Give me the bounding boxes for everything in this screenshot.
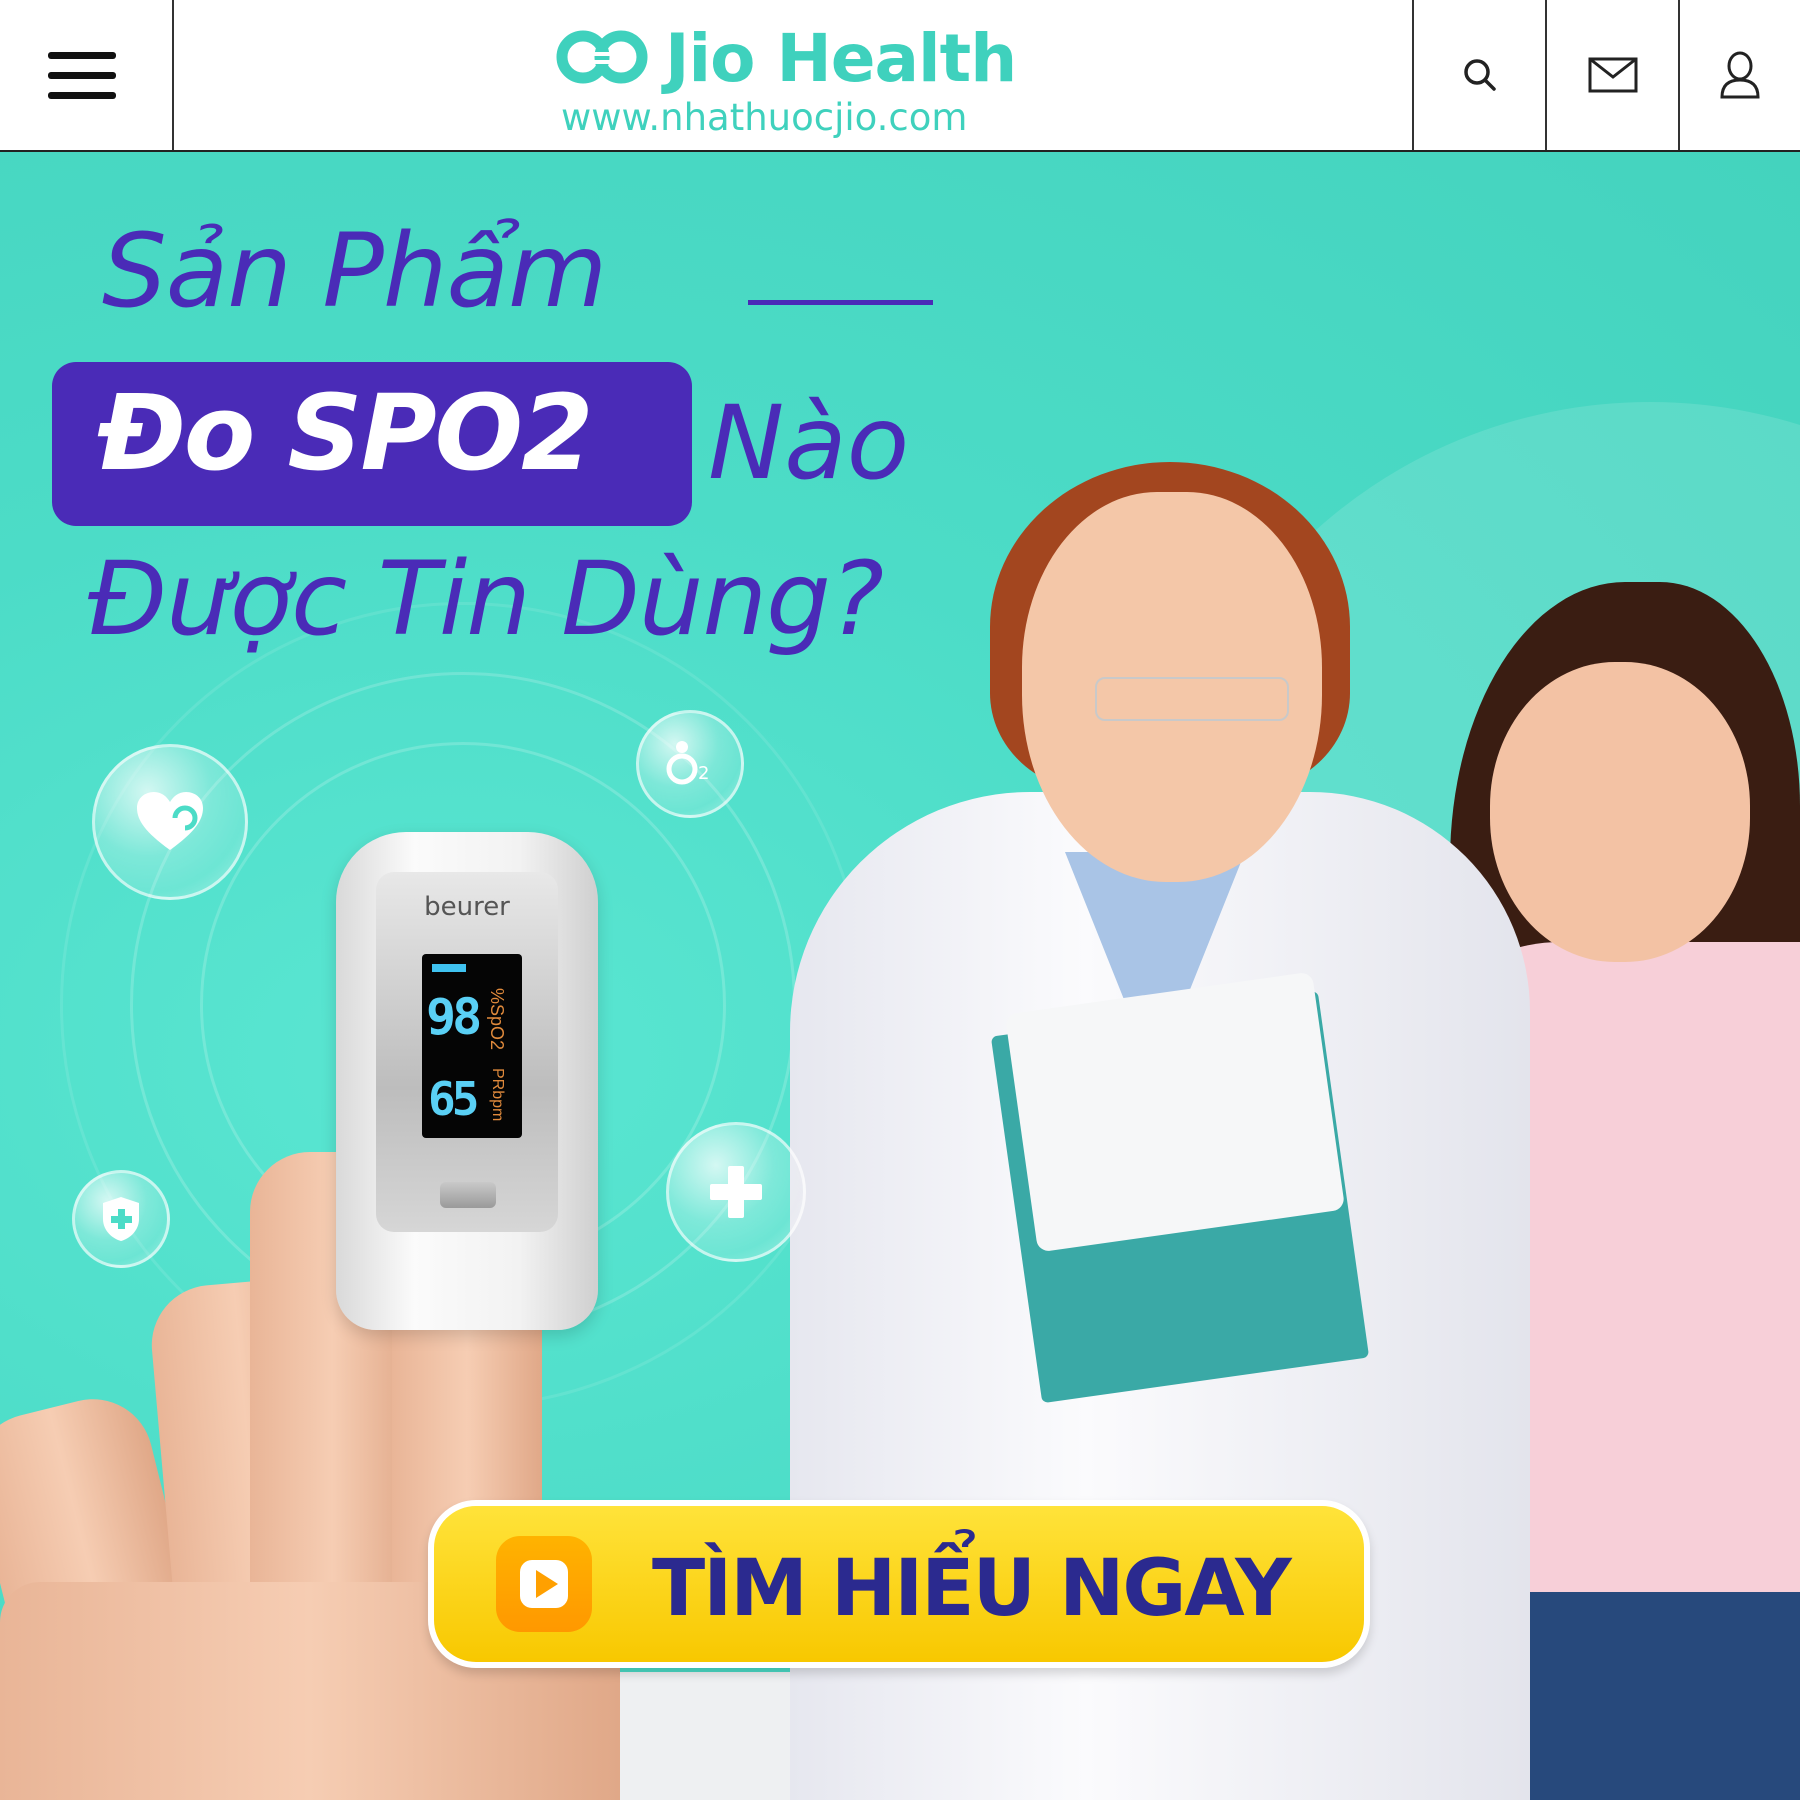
oximeter-screen: 98 %SpO2 65 PRbpm [422,954,522,1138]
oximeter-brand: beurer [424,892,510,922]
site-header: Jio Health www.nhathuocjio.com [0,0,1800,152]
logo-mark-icon [556,30,648,84]
search-button[interactable] [1412,0,1545,150]
mail-button[interactable] [1545,0,1678,150]
account-button[interactable] [1678,0,1800,150]
learn-more-button[interactable]: TÌM HIỂU NGAY [428,1500,1370,1668]
play-icon [496,1536,592,1632]
hero-banner[interactable]: Sản Phẩm Đo SPO2 Nào Được Tin Dùng? 2 be… [0,152,1800,1800]
heart-bubble [92,744,248,900]
heart-icon [137,792,203,850]
play-glyph [520,1560,568,1608]
shield-bubble [72,1170,170,1268]
learn-more-label: TÌM HIỂU NGAY [652,1544,1292,1634]
headline-line2: Nào [708,384,910,503]
search-icon [1463,59,1496,91]
hamburger-line [48,92,116,99]
svg-text:2: 2 [698,763,709,784]
patient-face [1490,662,1750,962]
menu-button[interactable] [0,0,174,150]
doctor-glasses [1095,677,1289,721]
signal-bar [432,964,466,972]
medical-plus-icon [710,1166,762,1218]
clipboard-paper [1004,971,1346,1253]
pulse-value: 65 [428,1072,479,1126]
headline-highlight: Đo SPO2 [98,372,593,494]
oxygen-icon: 2 [666,741,709,785]
hamburger-menu-icon [48,52,116,59]
site-logo[interactable]: Jio Health www.nhathuocjio.com [555,14,1055,139]
spo2-label: %SpO2 [487,988,507,1051]
hamburger-line [48,72,116,79]
headline-divider [748,300,933,305]
pulse-oximeter: beurer 98 %SpO2 65 PRbpm [336,832,598,1330]
logo-title: Jio Health [665,20,1017,97]
oxygen-bubble: 2 [636,710,744,818]
mail-icon [1588,57,1637,93]
headline-line1: Sản Phẩm [102,212,607,331]
user-icon [1720,51,1760,99]
oximeter-face: beurer 98 %SpO2 65 PRbpm [376,872,558,1232]
headline-line3: Được Tin Dùng? [88,540,884,659]
oximeter-button [440,1182,496,1208]
plus-bubble [666,1122,806,1262]
logo-url: www.nhathuocjio.com [561,96,968,139]
spo2-value: 98 [426,988,482,1046]
shield-plus-icon [103,1197,139,1241]
pulse-label: PRbpm [489,1068,506,1122]
